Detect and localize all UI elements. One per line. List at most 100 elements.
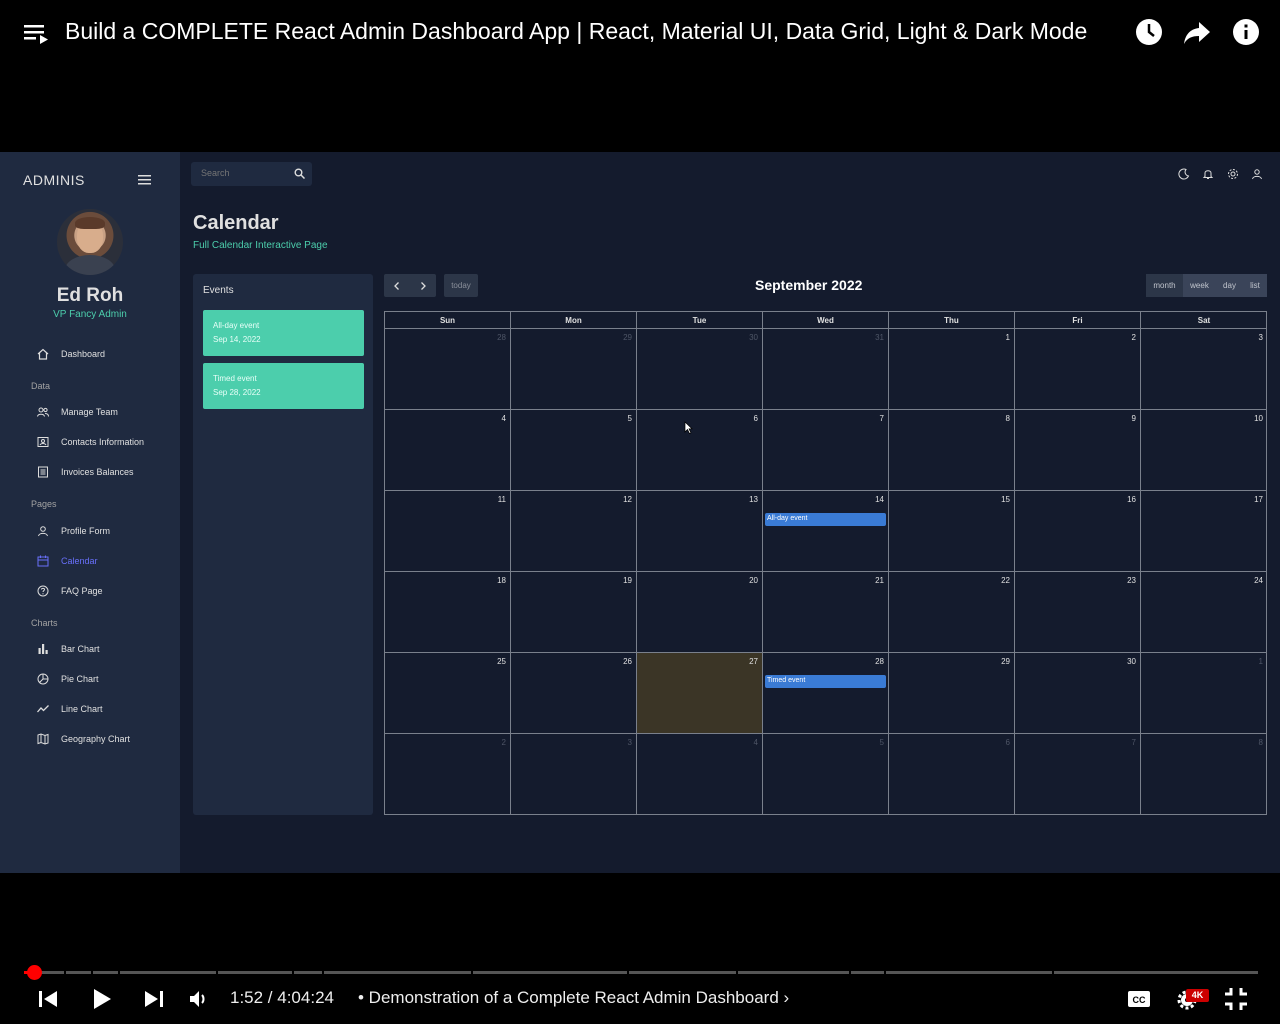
calendar-event[interactable]: All-day event bbox=[765, 513, 886, 526]
day-number[interactable]: 31 bbox=[875, 333, 884, 342]
day-number[interactable]: 5 bbox=[880, 738, 884, 747]
sidebar-item-pie-chart[interactable]: Pie Chart bbox=[37, 671, 99, 687]
calendar-day-cell[interactable]: 27 bbox=[637, 653, 763, 734]
calendar-day-cell[interactable]: 6 bbox=[889, 734, 1015, 815]
view-day-button[interactable]: day bbox=[1216, 274, 1243, 297]
calendar-day-cell[interactable]: 8 bbox=[1141, 734, 1267, 815]
calendar-day-cell[interactable]: 12 bbox=[511, 491, 637, 572]
day-number[interactable]: 8 bbox=[1006, 414, 1010, 423]
calendar-day-cell[interactable]: 9 bbox=[1015, 410, 1141, 491]
sidebar-item-calendar[interactable]: Calendar bbox=[37, 553, 98, 569]
playlist-icon[interactable] bbox=[24, 22, 50, 46]
day-number[interactable]: 30 bbox=[749, 333, 758, 342]
day-number[interactable]: 17 bbox=[1254, 495, 1263, 504]
calendar-day-cell[interactable]: 21 bbox=[763, 572, 889, 653]
sidebar-item-line-chart[interactable]: Line Chart bbox=[37, 701, 103, 717]
person-icon[interactable] bbox=[1251, 168, 1263, 180]
day-number[interactable]: 6 bbox=[1006, 738, 1010, 747]
event-list-item[interactable]: Timed event Sep 28, 2022 bbox=[203, 363, 364, 409]
today-button[interactable]: today bbox=[444, 274, 478, 297]
calendar-day-cell[interactable]: 11 bbox=[385, 491, 511, 572]
previous-icon[interactable] bbox=[36, 986, 62, 1012]
day-number[interactable]: 22 bbox=[1001, 576, 1010, 585]
calendar-day-cell[interactable]: 15 bbox=[889, 491, 1015, 572]
day-number[interactable]: 19 bbox=[623, 576, 632, 585]
day-number[interactable]: 28 bbox=[497, 333, 506, 342]
sidebar-item-bar-chart[interactable]: Bar Chart bbox=[37, 641, 100, 657]
day-number[interactable]: 1 bbox=[1259, 657, 1263, 666]
day-number[interactable]: 10 bbox=[1254, 414, 1263, 423]
day-number[interactable]: 4 bbox=[502, 414, 506, 423]
calendar-day-cell[interactable]: 3 bbox=[511, 734, 637, 815]
view-month-button[interactable]: month bbox=[1146, 274, 1183, 297]
calendar-day-cell[interactable]: 6 bbox=[637, 410, 763, 491]
day-number[interactable]: 9 bbox=[1132, 414, 1136, 423]
calendar-day-cell[interactable]: 5 bbox=[763, 734, 889, 815]
calendar-day-cell[interactable]: 4 bbox=[637, 734, 763, 815]
day-number[interactable]: 21 bbox=[875, 576, 884, 585]
share-icon[interactable] bbox=[1183, 18, 1211, 46]
calendar-day-cell[interactable]: 17 bbox=[1141, 491, 1267, 572]
calendar-day-cell[interactable]: 3 bbox=[1141, 329, 1267, 410]
day-number[interactable]: 13 bbox=[749, 495, 758, 504]
day-number[interactable]: 14 bbox=[875, 495, 884, 504]
calendar-day-cell[interactable]: 23 bbox=[1015, 572, 1141, 653]
day-number[interactable]: 2 bbox=[502, 738, 506, 747]
calendar-day-cell[interactable]: 8 bbox=[889, 410, 1015, 491]
day-number[interactable]: 28 bbox=[875, 657, 884, 666]
calendar-day-cell[interactable]: 1 bbox=[889, 329, 1015, 410]
day-number[interactable]: 2 bbox=[1132, 333, 1136, 342]
exit-fullscreen-icon[interactable] bbox=[1223, 986, 1249, 1012]
calendar-day-cell[interactable]: 20 bbox=[637, 572, 763, 653]
day-number[interactable]: 29 bbox=[623, 333, 632, 342]
day-number[interactable]: 8 bbox=[1259, 738, 1263, 747]
day-number[interactable]: 23 bbox=[1127, 576, 1136, 585]
prev-month-button[interactable] bbox=[384, 274, 410, 297]
day-number[interactable]: 1 bbox=[1006, 333, 1010, 342]
day-number[interactable]: 5 bbox=[628, 414, 632, 423]
scrubber-handle[interactable] bbox=[27, 965, 42, 980]
calendar-day-cell[interactable]: 4 bbox=[385, 410, 511, 491]
day-number[interactable]: 12 bbox=[623, 495, 632, 504]
day-number[interactable]: 20 bbox=[749, 576, 758, 585]
calendar-day-cell[interactable]: 13 bbox=[637, 491, 763, 572]
day-number[interactable]: 4 bbox=[754, 738, 758, 747]
watch-later-icon[interactable] bbox=[1135, 18, 1163, 46]
day-number[interactable]: 15 bbox=[1001, 495, 1010, 504]
sidebar-item-geography-chart[interactable]: Geography Chart bbox=[37, 731, 130, 747]
calendar-event[interactable]: Timed event bbox=[765, 675, 886, 688]
chapter-title[interactable]: • Demonstration of a Complete React Admi… bbox=[358, 988, 789, 1008]
day-number[interactable]: 7 bbox=[880, 414, 884, 423]
sidebar-item-profile-form[interactable]: Profile Form bbox=[37, 523, 110, 539]
sidebar-item-contacts[interactable]: Contacts Information bbox=[37, 434, 144, 450]
calendar-day-cell[interactable]: 31 bbox=[763, 329, 889, 410]
calendar-day-cell[interactable]: 7 bbox=[763, 410, 889, 491]
sidebar-item-invoices[interactable]: Invoices Balances bbox=[37, 464, 134, 480]
day-number[interactable]: 27 bbox=[749, 657, 758, 666]
day-number[interactable]: 11 bbox=[498, 495, 506, 504]
calendar-day-cell[interactable]: 28 Timed event bbox=[763, 653, 889, 734]
calendar-day-cell[interactable]: 2 bbox=[1015, 329, 1141, 410]
day-number[interactable]: 29 bbox=[1001, 657, 1010, 666]
calendar-day-cell[interactable]: 29 bbox=[889, 653, 1015, 734]
notifications-icon[interactable] bbox=[1202, 168, 1214, 180]
calendar-day-cell[interactable]: 30 bbox=[637, 329, 763, 410]
calendar-day-cell[interactable]: 2 bbox=[385, 734, 511, 815]
calendar-day-cell[interactable]: 28 bbox=[385, 329, 511, 410]
next-icon[interactable] bbox=[140, 986, 166, 1012]
settings-icon[interactable] bbox=[1227, 168, 1239, 180]
captions-icon[interactable]: CC bbox=[1126, 986, 1152, 1012]
sidebar-item-manage-team[interactable]: Manage Team bbox=[37, 404, 118, 420]
day-number[interactable]: 26 bbox=[623, 657, 632, 666]
day-number[interactable]: 7 bbox=[1132, 738, 1136, 747]
menu-icon[interactable] bbox=[138, 174, 151, 186]
calendar-day-cell[interactable]: 10 bbox=[1141, 410, 1267, 491]
calendar-day-cell[interactable]: 7 bbox=[1015, 734, 1141, 815]
volume-icon[interactable] bbox=[186, 986, 212, 1012]
day-number[interactable]: 3 bbox=[628, 738, 632, 747]
day-number[interactable]: 18 bbox=[497, 576, 506, 585]
sidebar-item-faq[interactable]: FAQ Page bbox=[37, 583, 103, 599]
progress-bar[interactable] bbox=[24, 971, 1258, 974]
calendar-day-cell[interactable]: 19 bbox=[511, 572, 637, 653]
sidebar-item-dashboard[interactable]: Dashboard bbox=[37, 346, 105, 362]
